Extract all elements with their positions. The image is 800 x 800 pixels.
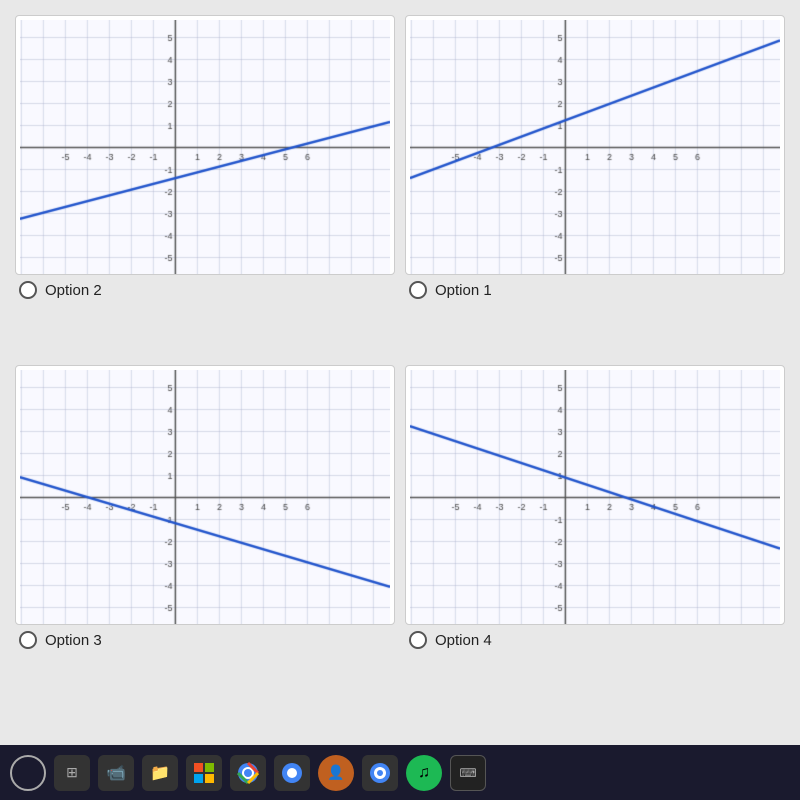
option4-label[interactable]: Option 4: [405, 631, 785, 649]
option4-text: Option 4: [435, 632, 492, 649]
taskbar-folder[interactable]: 📁: [142, 755, 178, 791]
taskbar-circle[interactable]: [10, 755, 46, 791]
option4-graph: [405, 365, 785, 625]
option3-graph: [15, 365, 395, 625]
taskbar: ⊞ 📹 📁 👤 ♫ ⌨: [0, 745, 800, 800]
option3-label[interactable]: Option 3: [15, 631, 395, 649]
option1-label[interactable]: Option 1: [405, 281, 785, 299]
option4-block: Option 4: [405, 365, 785, 705]
option2-radio[interactable]: [19, 281, 37, 299]
taskbar-spotify[interactable]: ♫: [406, 755, 442, 791]
taskbar-user[interactable]: 👤: [318, 755, 354, 791]
option2-label[interactable]: Option 2: [15, 281, 395, 299]
taskbar-camera[interactable]: 📹: [98, 755, 134, 791]
taskbar-microsoft[interactable]: [186, 755, 222, 791]
taskbar-keyboard[interactable]: ⌨: [450, 755, 486, 791]
option1-radio[interactable]: [409, 281, 427, 299]
option2-graph: [15, 15, 395, 275]
option2-block: Option 2: [15, 15, 395, 355]
taskbar-google[interactable]: [362, 755, 398, 791]
taskbar-chrome[interactable]: [230, 755, 266, 791]
main-content: Option 2 Option 1 Option 3 Option 4: [0, 0, 800, 720]
option1-graph: [405, 15, 785, 275]
option1-block: Option 1: [405, 15, 785, 355]
option2-text: Option 2: [45, 282, 102, 299]
option4-radio[interactable]: [409, 631, 427, 649]
option1-text: Option 1: [435, 282, 492, 299]
taskbar-windows[interactable]: ⊞: [54, 755, 90, 791]
taskbar-chrome2[interactable]: [274, 755, 310, 791]
option3-radio[interactable]: [19, 631, 37, 649]
option3-block: Option 3: [15, 365, 395, 705]
option3-text: Option 3: [45, 632, 102, 649]
